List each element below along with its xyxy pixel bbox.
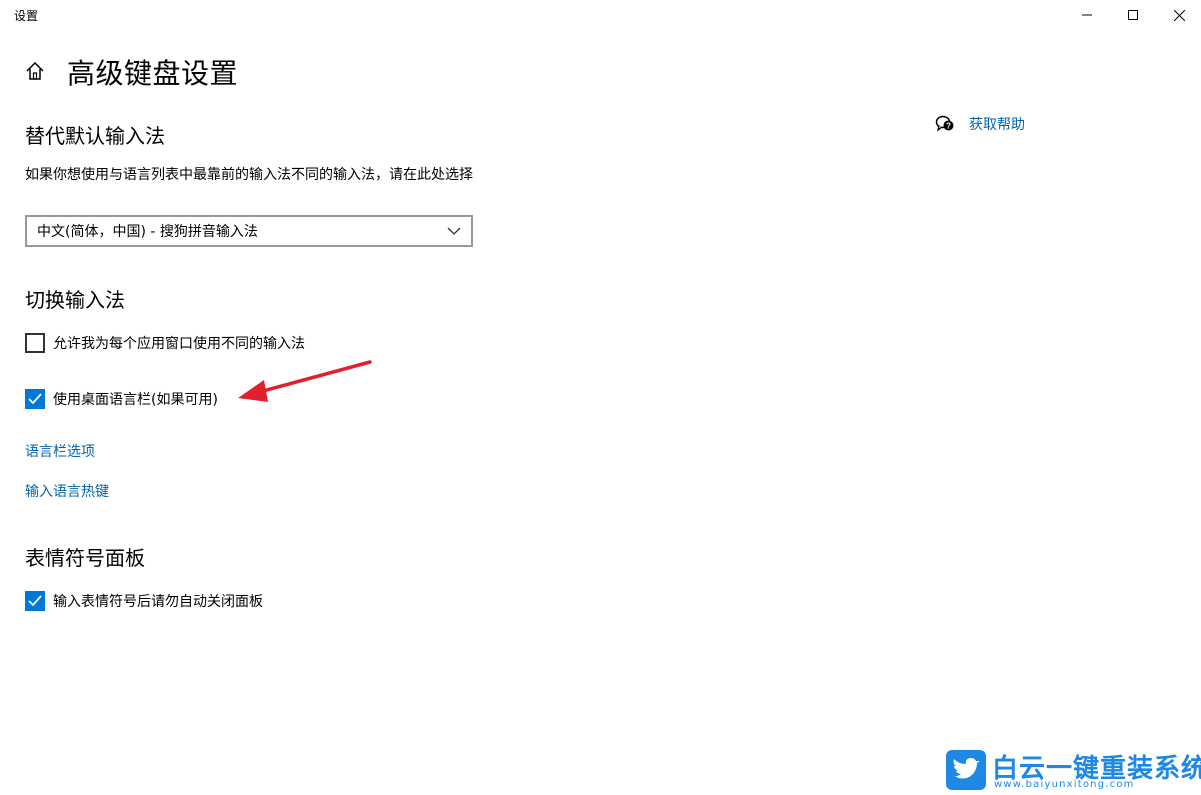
minimize-icon [1082,14,1092,16]
help-chat-icon: ? [935,115,954,132]
override-section-title: 替代默认输入法 [25,124,165,148]
help-label: 获取帮助 [969,117,1025,133]
desktop-langbar-checkbox[interactable] [25,389,45,409]
title-bar: 设置 [0,0,1201,32]
emoji-autoclose-label: 输入表情符号后请勿自动关闭面板 [53,594,263,610]
emoji-autoclose-checkbox[interactable] [25,591,45,611]
desktop-langbar-checkbox-row[interactable]: 使用桌面语言栏(如果可用) [25,389,218,409]
emoji-autoclose-checkbox-row[interactable]: 输入表情符号后请勿自动关闭面板 [25,591,263,611]
dropdown-selected-value: 中文(简体，中国) - 搜狗拼音输入法 [37,224,258,240]
red-annotation-arrow [238,360,372,402]
get-help-link[interactable]: ? 获取帮助 [935,114,1025,134]
twitter-bird-logo-icon [946,750,986,790]
watermark-url: www.baiyunxitong.com [994,779,1135,790]
watermark: 白云一键重装系统 www.baiyunxitong.com [946,748,1201,792]
emoji-section-title: 表情符号面板 [25,546,145,570]
per-app-input-checkbox[interactable] [25,333,45,353]
override-description: 如果你想使用与语言列表中最靠前的输入法不同的输入法，请在此处选择 [25,167,473,183]
switch-section-title: 切换输入法 [25,288,125,312]
home-icon [26,61,44,80]
svg-text:?: ? [946,122,951,131]
checkmark-icon [28,595,42,607]
app-title: 设置 [14,9,39,23]
minimize-button[interactable] [1064,0,1110,30]
checkmark-icon [28,393,42,405]
maximize-icon [1128,10,1138,20]
maximize-button[interactable] [1110,0,1156,30]
input-language-hotkeys-link[interactable]: 输入语言热键 [25,481,109,501]
chevron-down-icon [447,227,461,235]
desktop-langbar-label: 使用桌面语言栏(如果可用) [53,392,218,408]
default-input-method-dropdown[interactable]: 中文(简体，中国) - 搜狗拼音输入法 [25,215,473,247]
settings-window: 设置 高级键盘设置 ? 获取帮助 替代默认输入法 如果你想使用与语言列表中最靠前… [0,0,1201,795]
home-button[interactable] [24,60,46,82]
close-icon [1173,9,1185,21]
close-button[interactable] [1156,0,1201,30]
page-title: 高级键盘设置 [67,57,239,90]
language-bar-options-link[interactable]: 语言栏选项 [25,441,95,461]
